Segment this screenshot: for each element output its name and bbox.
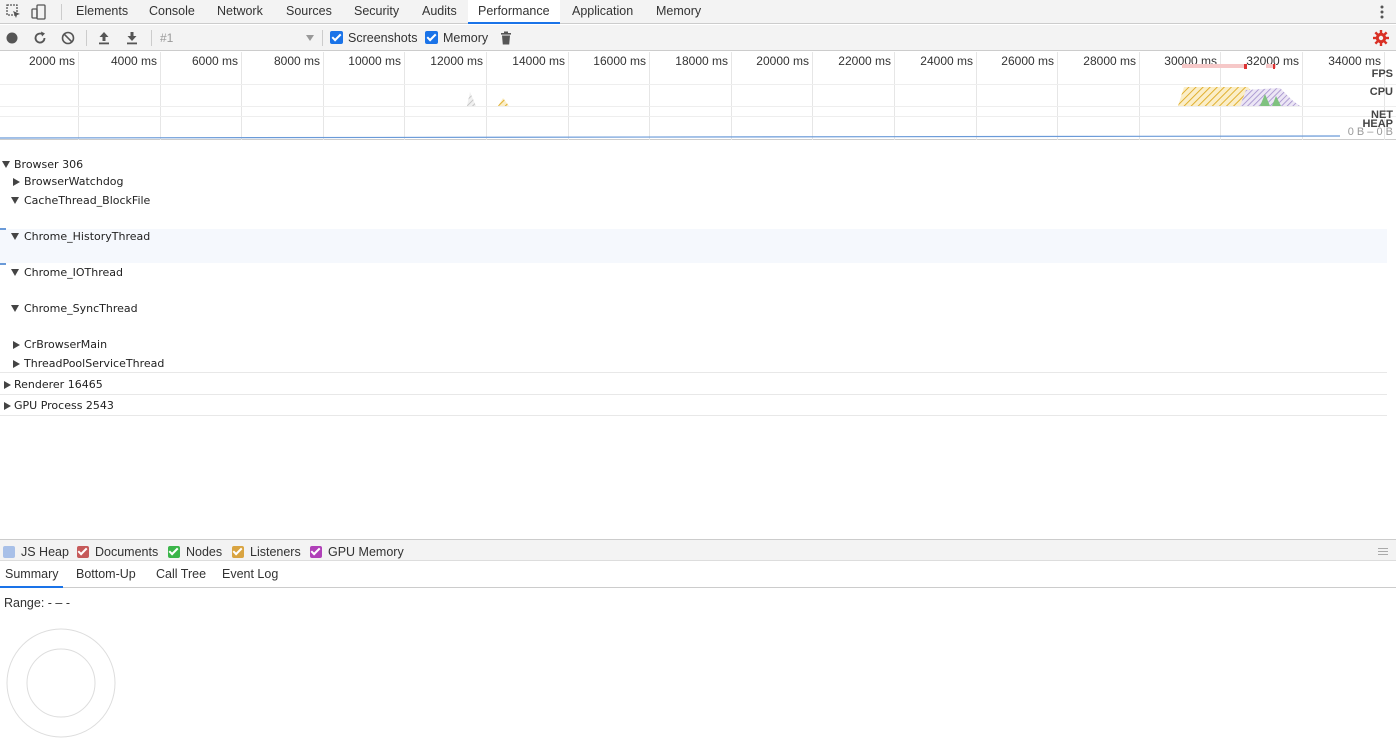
heap-range: 0 B – 0 B <box>1347 126 1393 138</box>
cpu-activity <box>1240 88 1300 106</box>
toolbar-divider <box>151 30 152 46</box>
tab-memory[interactable]: Memory <box>646 0 711 24</box>
screenshots-label[interactable]: Screenshots <box>348 30 417 46</box>
collect-garbage-icon[interactable] <box>498 30 514 46</box>
save-profile-icon[interactable] <box>124 30 140 46</box>
expand-triangle-down-icon[interactable] <box>11 305 19 312</box>
inspect-element-icon[interactable] <box>5 3 23 21</box>
selection-marker <box>0 263 6 265</box>
capture-settings-gear-icon[interactable] <box>1372 29 1390 47</box>
summary-pie-chart <box>6 628 116 738</box>
legend-checkbox[interactable] <box>310 546 322 558</box>
legend-label: Documents <box>95 545 159 559</box>
legend-checkbox[interactable] <box>232 546 244 558</box>
tab-elements[interactable]: Elements <box>66 0 138 24</box>
thread-label: Chrome_HistoryThread <box>24 230 151 243</box>
expand-triangle-down-icon[interactable] <box>11 269 19 276</box>
screenshots-checkbox[interactable] <box>330 31 343 44</box>
tab-sources[interactable]: Sources <box>276 0 342 24</box>
thread-label: CrBrowserMain <box>24 338 108 351</box>
memory-counters-legend: JS Heap Documents Nodes Listeners GPU Memory <box>0 539 1396 561</box>
tab-security[interactable]: Security <box>344 0 409 24</box>
row-separator <box>0 415 1387 416</box>
row-separator <box>0 372 1387 373</box>
expand-triangle-down-icon[interactable] <box>11 197 19 204</box>
thread-label: Chrome_IOThread <box>24 266 124 279</box>
toolbar-divider <box>322 30 323 46</box>
cpu-activity <box>467 92 476 106</box>
overview-graphs <box>0 64 1341 139</box>
record-icon[interactable] <box>4 30 20 46</box>
fps-label: FPS <box>1371 68 1393 80</box>
row-highlight <box>0 229 1387 263</box>
cpu-activity <box>498 98 509 106</box>
load-profile-icon[interactable] <box>96 30 112 46</box>
tab-summary[interactable]: Summary <box>0 562 64 588</box>
details-tabbar: Summary Bottom-Up Call Tree Event Log <box>0 562 1396 588</box>
expand-triangle-down-icon[interactable] <box>11 233 19 240</box>
legend-checkbox[interactable] <box>3 546 15 558</box>
toolbar-divider <box>86 30 87 46</box>
recording-select-value: #1 <box>160 31 174 45</box>
legend-item[interactable]: GPU Memory <box>310 545 430 559</box>
legend-label: Listeners <box>250 545 301 559</box>
legend-label: GPU Memory <box>328 545 404 559</box>
thread-label: Chrome_SyncThread <box>24 302 138 315</box>
tabbar-divider <box>61 4 62 20</box>
expand-triangle-right-icon[interactable] <box>13 360 20 368</box>
tab-application[interactable]: Application <box>562 0 643 24</box>
expand-triangle-right-icon[interactable] <box>13 341 20 349</box>
expand-triangle-right-icon[interactable] <box>4 381 11 389</box>
chevron-down-icon <box>306 35 314 41</box>
thread-label: BrowserWatchdog <box>24 175 124 188</box>
tab-event-log[interactable]: Event Log <box>217 562 283 588</box>
thread-label: CacheThread_BlockFile <box>24 194 151 207</box>
resize-handle-icon[interactable] <box>1378 548 1388 555</box>
clear-icon[interactable] <box>60 30 76 46</box>
heap-line <box>0 135 1341 139</box>
performance-toolbar: #1 Screenshots Memory <box>0 25 1396 51</box>
fps-bar <box>1244 64 1247 69</box>
tab-call-tree[interactable]: Call Tree <box>151 562 211 588</box>
fps-bar <box>1273 64 1275 69</box>
more-options-icon[interactable] <box>1374 3 1390 21</box>
row-separator <box>0 394 1387 395</box>
legend-checkbox[interactable] <box>77 546 89 558</box>
selection-marker <box>0 228 6 230</box>
legend-checkbox[interactable] <box>168 546 180 558</box>
recording-select[interactable]: #1 <box>158 29 318 47</box>
summary-range: Range: - – - <box>4 596 71 610</box>
expand-triangle-right-icon[interactable] <box>13 178 20 186</box>
legend-label: Nodes <box>186 545 223 559</box>
cpu-label: CPU <box>1369 86 1393 98</box>
tab-network[interactable]: Network <box>207 0 273 24</box>
thread-label: Browser 306 <box>14 158 84 171</box>
reload-record-icon[interactable] <box>32 30 48 46</box>
tab-console[interactable]: Console <box>139 0 205 24</box>
memory-label[interactable]: Memory <box>443 30 488 46</box>
memory-checkbox[interactable] <box>425 31 438 44</box>
devtools-tabbar: Elements Console Network Sources Securit… <box>0 0 1396 24</box>
tab-audits[interactable]: Audits <box>412 0 467 24</box>
device-toolbar-icon[interactable] <box>30 3 48 21</box>
legend-label: JS Heap <box>21 545 69 559</box>
expand-triangle-down-icon[interactable] <box>2 161 10 168</box>
thread-label: GPU Process 2543 <box>14 399 114 412</box>
tab-bottom-up[interactable]: Bottom-Up <box>71 562 141 588</box>
fps-bar <box>1182 64 1246 68</box>
timeline-overview[interactable]: 2000 ms 4000 ms 6000 ms 8000 ms 10000 ms 1200… <box>0 52 1396 140</box>
tab-performance[interactable]: Performance <box>468 0 560 24</box>
expand-triangle-right-icon[interactable] <box>4 402 11 410</box>
thread-label: Renderer 16465 <box>14 378 103 391</box>
thread-label: ThreadPoolServiceThread <box>24 357 165 370</box>
